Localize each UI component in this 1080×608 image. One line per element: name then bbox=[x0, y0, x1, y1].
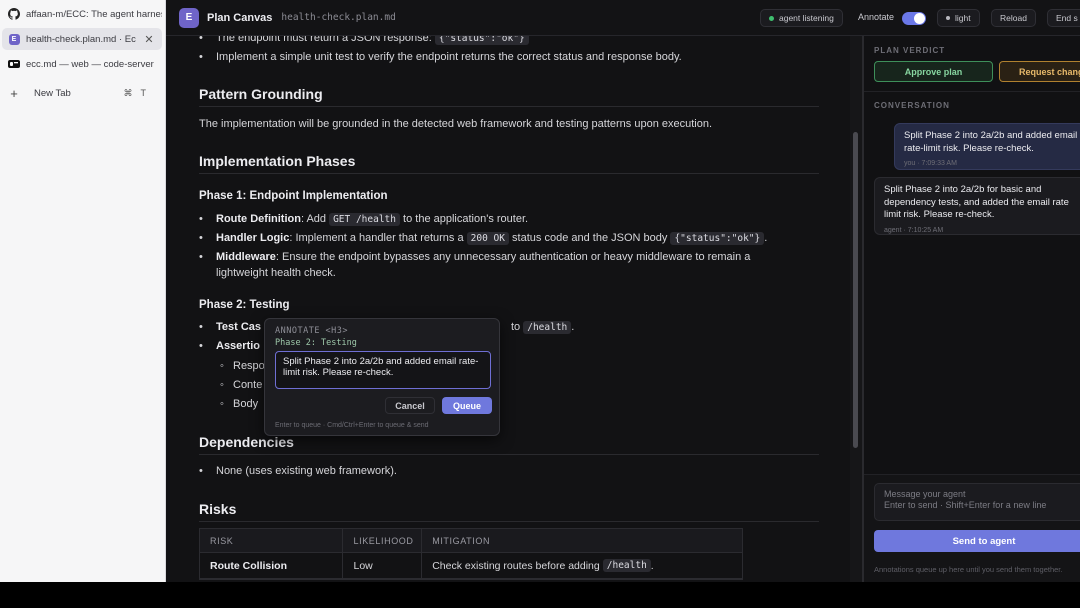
popup-kicker: ANNOTATE <H3> bbox=[275, 326, 349, 336]
new-tab-label: New Tab bbox=[34, 87, 71, 99]
scrollbar-thumb[interactable] bbox=[853, 132, 858, 448]
message-meta: you · 7:09:33 AM bbox=[904, 160, 957, 167]
risks-table: RISK LIKELIHOOD MITIGATION Route Collisi… bbox=[199, 528, 743, 580]
close-tab-icon[interactable]: ✕ bbox=[142, 33, 156, 46]
section-heading-dependencies[interactable]: Dependencies bbox=[199, 434, 294, 450]
app-title: Plan Canvas bbox=[207, 11, 273, 24]
section-heading-implementation-phases[interactable]: Implementation Phases bbox=[199, 153, 355, 169]
annotation-input[interactable]: Split Phase 2 into 2a/2b and added email… bbox=[275, 351, 491, 389]
status-dot-icon bbox=[769, 15, 774, 21]
table-header-cell: MITIGATION bbox=[432, 535, 491, 546]
message-input[interactable]: Message your agent Enter to send · Shift… bbox=[874, 483, 1080, 521]
list-item: • Route Definition: Add GET /health to t… bbox=[199, 213, 529, 226]
section-heading-pattern-grounding[interactable]: Pattern Grounding bbox=[199, 86, 323, 102]
browser-tab-code-server[interactable]: ecc.md — web — code-server bbox=[2, 53, 162, 75]
plus-icon: + bbox=[10, 85, 18, 101]
plan-canvas-app: E Plan Canvas health-check.plan.md agent… bbox=[166, 0, 1080, 582]
document-scrollbar[interactable] bbox=[850, 36, 862, 582]
composer-area: Message your agent Enter to send · Shift… bbox=[864, 474, 1080, 582]
plan-document: • The endpoint must return a JSON respon… bbox=[166, 36, 850, 582]
end-session-button[interactable]: End s bbox=[1047, 9, 1080, 27]
inline-code: 200 OK bbox=[466, 232, 509, 245]
message-meta: agent · 7:10:25 AM bbox=[884, 226, 944, 234]
reload-button[interactable]: Reload bbox=[991, 9, 1036, 27]
tab-title: health-check.plan.md · Ec bbox=[26, 33, 136, 45]
annotate-popup: ANNOTATE <H3> Phase 2: Testing Split Pha… bbox=[264, 318, 500, 436]
app-logo: E bbox=[179, 7, 199, 28]
send-to-agent-button[interactable]: Send to agent bbox=[874, 530, 1080, 552]
toggle-knob bbox=[914, 13, 925, 24]
table-cell: Low bbox=[343, 553, 423, 578]
list-item: • None (uses existing web framework). bbox=[199, 465, 397, 477]
user-message: Split Phase 2 into 2a/2b and added email… bbox=[894, 123, 1080, 170]
request-changes-button[interactable]: Request changes bbox=[999, 61, 1080, 82]
inline-code: /health bbox=[602, 559, 651, 572]
browser-tab-plan[interactable]: E health-check.plan.md · Ec ✕ bbox=[2, 28, 162, 50]
agent-status-badge: agent listening bbox=[760, 9, 843, 27]
subheading-phase-1[interactable]: Phase 1: Endpoint Implementation bbox=[199, 190, 388, 202]
annotate-toggle[interactable] bbox=[902, 12, 926, 25]
composer-footer-note: Annotations queue up here until you send… bbox=[874, 565, 1063, 574]
divider bbox=[864, 91, 1080, 92]
divider bbox=[199, 521, 819, 522]
list-item: • Middleware: Ensure the endpoint bypass… bbox=[199, 251, 751, 279]
github-icon bbox=[8, 8, 20, 20]
subheading-phase-2[interactable]: Phase 2: Testing bbox=[199, 299, 290, 311]
code-server-icon bbox=[8, 58, 20, 70]
annotate-label: Annotate bbox=[858, 12, 895, 22]
message-text: Split Phase 2 into 2a/2b for basic and d… bbox=[884, 184, 1069, 220]
divider bbox=[199, 454, 819, 455]
table-header-cell: RISK bbox=[200, 529, 344, 552]
agent-message: Split Phase 2 into 2a/2b for basic and d… bbox=[874, 177, 1080, 235]
browser-tab-github[interactable]: affaan-m/ECC: The agent harness bbox=[2, 3, 162, 25]
inline-code: {"status":"ok"} bbox=[670, 232, 765, 245]
table-row: Route Collision Low Check existing route… bbox=[200, 553, 742, 579]
divider bbox=[199, 106, 819, 107]
theme-dot-icon bbox=[946, 16, 950, 20]
theme-button[interactable]: light bbox=[937, 9, 980, 27]
section-heading-risks[interactable]: Risks bbox=[199, 501, 236, 517]
new-tab-button[interactable]: + New Tab ⌘T bbox=[2, 82, 162, 104]
browser-tab-strip: affaan-m/ECC: The agent harness E health… bbox=[0, 0, 166, 582]
top-bar: E Plan Canvas health-check.plan.md agent… bbox=[166, 0, 1080, 36]
table-header-row: RISK LIKELIHOOD MITIGATION bbox=[200, 529, 742, 553]
approve-plan-button[interactable]: Approve plan bbox=[874, 61, 993, 82]
tab-title: ecc.md — web — code-server bbox=[26, 58, 154, 70]
table-header-cell: LIKELIHOOD bbox=[343, 529, 423, 552]
popup-hint: Enter to queue · Cmd/Ctrl+Enter to queue… bbox=[275, 422, 429, 429]
plan-verdict-heading: PLAN VERDICT bbox=[874, 46, 946, 55]
inline-code: GET /health bbox=[329, 213, 400, 226]
sub-list-item: ◦ Body bbox=[220, 398, 259, 410]
queue-button[interactable]: Queue bbox=[442, 397, 492, 414]
paragraph: The implementation will be grounded in t… bbox=[199, 118, 713, 130]
list-item: • Handler Logic: Implement a handler tha… bbox=[199, 232, 768, 245]
file-name: health-check.plan.md bbox=[281, 12, 396, 23]
shortcut-hint: ⌘T bbox=[123, 87, 154, 98]
inline-code: /health bbox=[523, 321, 572, 334]
sub-list-item: ◦ Respo bbox=[220, 360, 265, 372]
cancel-button[interactable]: Cancel bbox=[385, 397, 435, 414]
popup-target: Phase 2: Testing bbox=[275, 338, 357, 348]
sub-list-item: ◦ Conte bbox=[220, 379, 263, 391]
inline-code: {"status":"ok"} bbox=[434, 36, 529, 45]
side-panel: PLAN VERDICT Approve plan Request change… bbox=[864, 36, 1080, 582]
message-text: Split Phase 2 into 2a/2b and added email… bbox=[904, 130, 1078, 154]
plan-canvas-favicon-icon: E bbox=[8, 33, 20, 45]
tab-title: affaan-m/ECC: The agent harness bbox=[26, 8, 162, 20]
table-cell: Route Collision bbox=[200, 553, 344, 578]
list-item: • The endpoint must return a JSON respon… bbox=[199, 36, 819, 47]
conversation-heading: CONVERSATION bbox=[874, 101, 950, 110]
list-item: • Implement a simple unit test to verify… bbox=[199, 51, 682, 63]
divider bbox=[199, 173, 819, 174]
table-cell: Check existing routes before adding /hea… bbox=[432, 559, 654, 572]
